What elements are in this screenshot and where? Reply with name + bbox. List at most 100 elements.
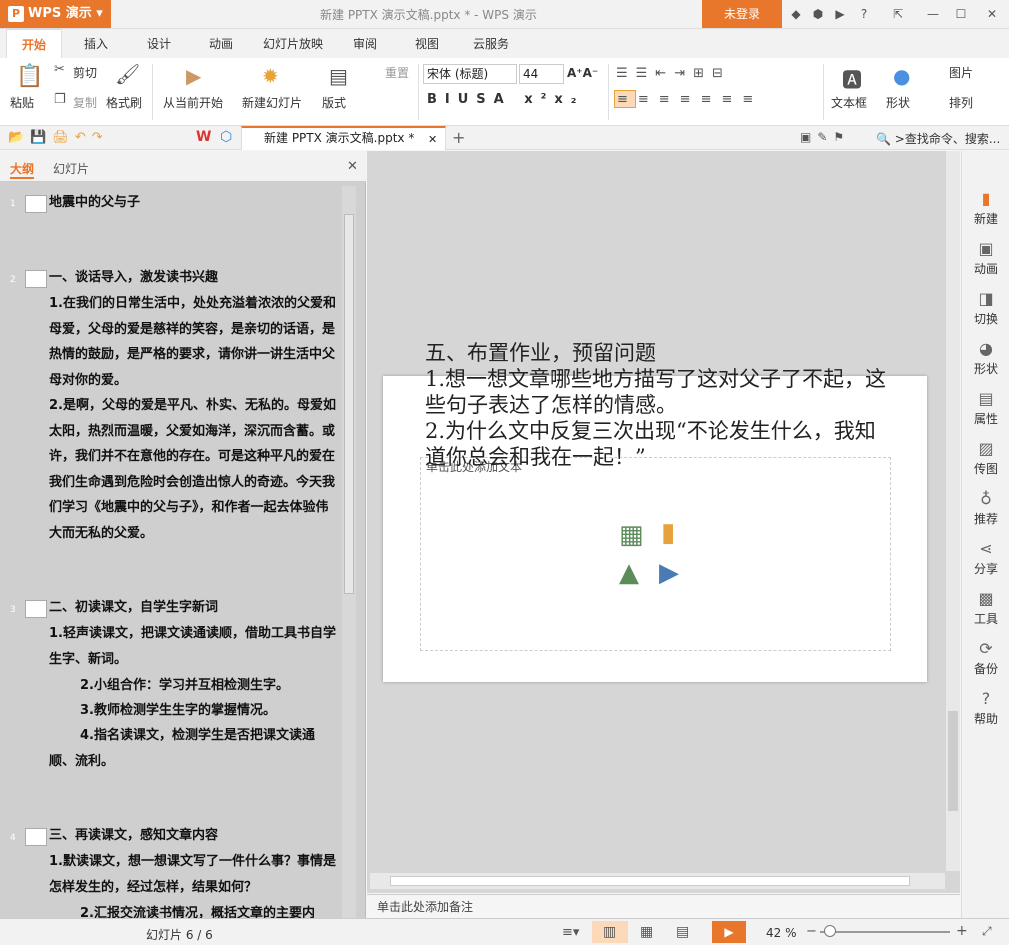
grow-font-icon[interactable]: A⁺A⁻ (567, 66, 598, 80)
login-button[interactable]: 未登录 (702, 0, 782, 28)
tab-outline[interactable]: 大纲 (10, 160, 35, 179)
tab-review[interactable]: 审阅 (341, 29, 389, 59)
zoom-slider-handle[interactable] (824, 925, 836, 937)
rightbar-properties[interactable]: ▤ 属性 (962, 389, 1009, 427)
arrange-button[interactable]: 排列 (949, 94, 973, 111)
scrollbar-thumb[interactable] (948, 711, 958, 811)
cut-button[interactable]: 剪切 (73, 64, 97, 81)
outline-scrollbar[interactable] (342, 186, 356, 918)
content-placeholder[interactable]: ▦ ▮ ▲ ▶ (420, 457, 891, 651)
rightbar-help[interactable]: ? 帮助 (962, 689, 1009, 727)
minimize-icon[interactable]: — (925, 6, 941, 22)
slide-thumb-icon[interactable] (25, 828, 47, 846)
insert-video-icon[interactable]: ▶ (659, 558, 679, 588)
slide-thumb-icon[interactable] (25, 195, 47, 213)
zoom-out-icon[interactable]: − (806, 924, 817, 939)
outline-title[interactable]: 三、再读课文，感知文章内容 (49, 823, 218, 849)
outline-title[interactable]: 地震中的父与子 (49, 190, 140, 216)
outline-paragraph[interactable]: 1.轻声读课文，把课文读通读顺，借助工具书自学生字、新词。 (49, 621, 339, 672)
toolbar-icons[interactable]: ▣✎⚑ (800, 130, 850, 144)
paste-icon[interactable]: 📋 (16, 64, 43, 89)
tab-insert[interactable]: 插入 (72, 29, 120, 59)
cut-icon[interactable]: ✂ (54, 62, 65, 77)
align-buttons[interactable]: ≡≡≡≡≡≡≡ (617, 92, 763, 107)
notes-pane[interactable]: 单击此处添加备注 (367, 894, 960, 918)
zoom-in-icon[interactable]: + (956, 923, 968, 939)
play-from-current-icon[interactable]: ▶ (186, 64, 201, 88)
new-slide-icon[interactable]: ✹ (262, 64, 279, 88)
slide-thumb-icon[interactable] (25, 600, 47, 618)
font-size-select[interactable]: 44 (519, 64, 564, 84)
layout-button[interactable]: 版式 (322, 94, 346, 111)
slide-thumb-icon[interactable] (25, 270, 47, 288)
format-painter-button[interactable]: 格式刷 (106, 94, 142, 111)
from-current-button[interactable]: 从当前开始 (163, 94, 223, 111)
tab-slides[interactable]: 幻灯片 (53, 160, 89, 177)
layout-icon[interactable]: ▤ (329, 64, 348, 88)
search-command[interactable]: 🔍 >查找命令、搜索... (876, 130, 1000, 147)
insert-table-icon[interactable]: ▦ (619, 520, 644, 550)
hexagon-icon[interactable]: ⬢ (810, 6, 826, 22)
tab-cloud[interactable]: 云服务 (463, 29, 519, 59)
paste-button[interactable]: 粘贴 (10, 94, 34, 111)
close-tab-icon[interactable]: ✕ (428, 130, 437, 150)
outline-paragraph[interactable]: 2.汇报交流读书情况，概括文章的主要内 (80, 901, 340, 918)
rightbar-animation[interactable]: ▣ 动画 (962, 239, 1009, 277)
outline-title[interactable]: 一、谈话导入，激发读书兴趣 (49, 265, 218, 291)
play-slideshow-button[interactable]: ▶ (712, 921, 746, 943)
tab-slideshow[interactable]: 幻灯片放映 (257, 29, 329, 59)
outline-paragraph[interactable]: 4.指名读课文，检测学生是否把课文读通顺、流利。 (49, 723, 339, 774)
document-tab[interactable]: 新建 PPTX 演示文稿.pptx * ✕ (241, 126, 446, 150)
rightbar-recommend[interactable]: ♁ 推荐 (962, 489, 1009, 527)
maximize-icon[interactable]: ☐ (953, 6, 969, 22)
fit-window-icon[interactable]: ⤢ (982, 924, 992, 939)
quick-actions-icon[interactable]: 📂💾🖨↶↷ (8, 130, 109, 145)
close-panel-icon[interactable]: ✕ (347, 159, 358, 174)
shape-button[interactable]: 形状 (886, 94, 910, 111)
outline-paragraph[interactable]: 1.在我们的日常生活中，处处充溢着浓浓的父爱和母爱，父母的爱是慈祥的笑容，是亲切… (49, 291, 339, 393)
scrollbar-thumb[interactable] (390, 876, 910, 886)
font-style-buttons[interactable]: BIUSA x²x₂ (427, 92, 584, 107)
rightbar-tools[interactable]: ▩ 工具 (962, 589, 1009, 627)
tab-view[interactable]: 视图 (403, 29, 451, 59)
tab-animation[interactable]: 动画 (197, 29, 245, 59)
skin-icon[interactable]: ◆ (788, 6, 804, 22)
zoom-slider[interactable] (820, 931, 950, 933)
reset-button[interactable]: 重置 (385, 64, 409, 81)
rightbar-upload-picture[interactable]: ▨ 传图 (962, 439, 1009, 477)
rightbar-share[interactable]: ⋖ 分享 (962, 539, 1009, 577)
slide-sorter-icon[interactable]: ▦ (640, 924, 653, 940)
reading-view-icon[interactable]: ▤ (676, 924, 689, 940)
rightbar-transition[interactable]: ◨ 切换 (962, 289, 1009, 327)
wps-menu-button[interactable]: P WPS 演示 ▾ (0, 0, 111, 28)
tab-design[interactable]: 设计 (135, 29, 183, 59)
shape-icon[interactable]: ● (893, 64, 910, 88)
outline-paragraph[interactable]: 2.是啊，父母的爱是平凡、朴实、无私的。母爱如太阳，热烈而温暖，父爱如海洋，深沉… (49, 393, 339, 546)
textbox-icon[interactable]: 🅰 (842, 64, 862, 93)
scrollbar-thumb[interactable] (344, 214, 354, 594)
outline-paragraph[interactable]: 1.默读课文，想一想课文写了一件什么事？事情是怎样发生的，经过怎样，结果如何？ (49, 849, 339, 900)
main-vertical-scrollbar[interactable] (946, 151, 960, 871)
main-horizontal-scrollbar[interactable] (370, 873, 945, 889)
copy-icon[interactable]: ❐ (54, 92, 66, 107)
view-menu-icon[interactable]: ≡▾ (562, 925, 579, 940)
help-icon[interactable]: ? (856, 6, 872, 22)
tab-home[interactable]: 开始 (6, 29, 62, 59)
new-slide-button[interactable]: 新建幻灯片 (242, 94, 302, 111)
rightbar-shape[interactable]: ◕ 形状 (962, 339, 1009, 377)
outline-paragraph[interactable]: 2.小组合作：学习并互相检测生字。 (80, 673, 340, 699)
format-painter-icon[interactable]: 🖌 (115, 62, 140, 86)
share-icon[interactable]: ▶ (832, 6, 848, 22)
insert-picture-icon[interactable]: ▲ (619, 558, 639, 588)
new-tab-icon[interactable]: + (452, 128, 465, 147)
rightbar-backup[interactable]: ⟳ 备份 (962, 639, 1009, 677)
list-buttons[interactable]: ☰☰⇤⇥⊞⊟ (616, 66, 731, 81)
textbox-button[interactable]: 文本框 (831, 94, 867, 111)
outline-paragraph[interactable]: 3.教师检测学生生字的掌握情况。 (80, 698, 340, 724)
rightbar-new[interactable]: ▮ 新建 (962, 189, 1009, 227)
slide-title-textbox[interactable]: 五、布置作业，预留问题 1.想一想文章哪些地方描写了这对父子了不起，这些句子表达… (425, 340, 895, 470)
outline-title[interactable]: 二、初读课文，自学生字新词 (49, 595, 218, 621)
cube-icon[interactable]: ⬡ (220, 129, 232, 145)
picture-button[interactable]: 图片 (949, 64, 973, 81)
font-name-select[interactable]: 宋体 (标题) (423, 64, 517, 84)
